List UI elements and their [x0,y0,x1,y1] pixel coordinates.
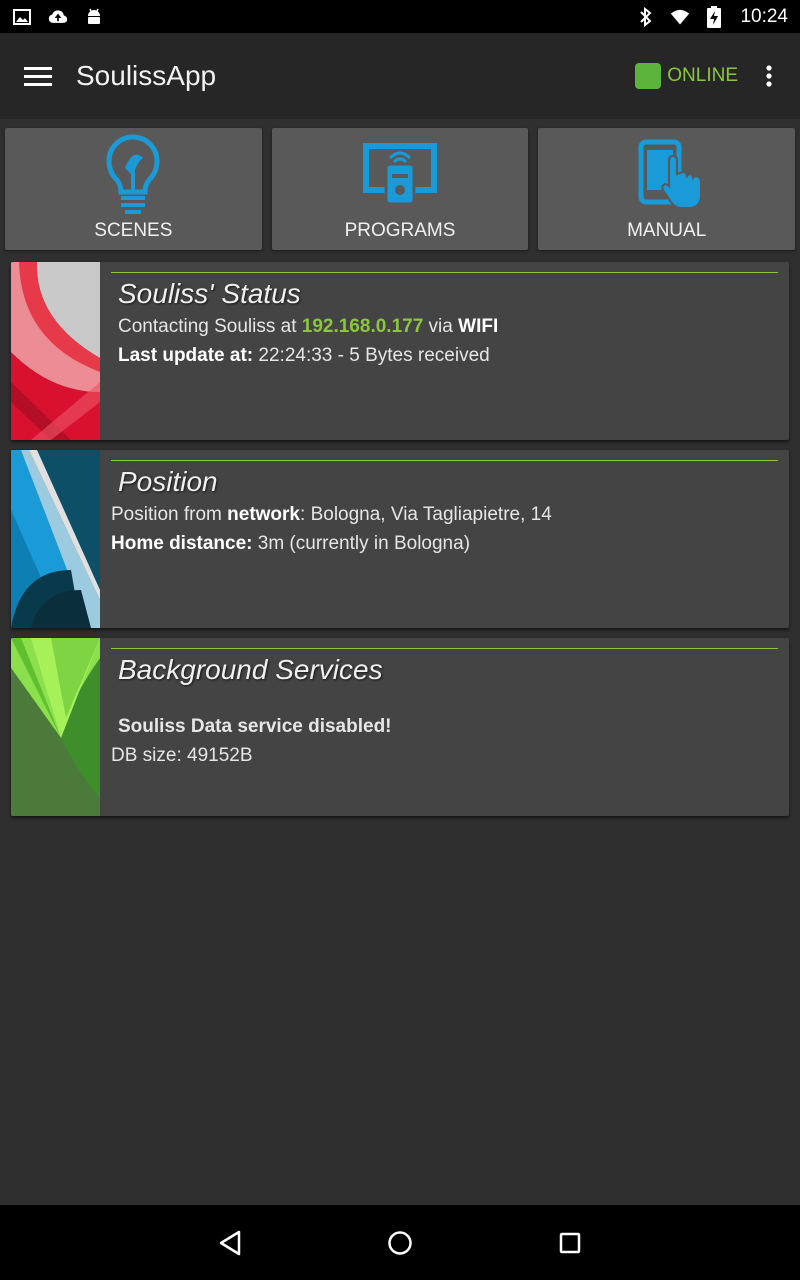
last-update-value: 22:24:33 - 5 Bytes received [253,345,490,366]
contacting-label: Contacting Souliss at [118,316,302,337]
red-material-art [11,262,100,440]
last-update-label: Last update at: [118,345,254,366]
position-value: : Bologna, Via Tagliapietre, 14 [300,504,552,525]
green-material-art [11,638,100,816]
online-indicator-icon [635,63,662,89]
service-status: Souliss Data service disabled! [118,716,392,737]
navigation-bar [0,1205,800,1280]
android-icon [84,7,104,27]
services-card-title: Background Services [118,654,383,685]
last-update-line: Last update at: 22:24:33 - 5 Bytes recei… [118,345,490,367]
back-button[interactable] [145,1205,315,1280]
home-distance-line: Home distance: 3m (currently in Bologna) [111,533,470,555]
home-button[interactable] [315,1205,485,1280]
position-prefix: Position from [111,504,228,525]
image-icon [12,7,32,27]
app-bar: SoulissApp ONLINE [0,33,800,119]
bluetooth-icon [636,6,656,27]
status-card[interactable]: Souliss' Status Contacting Souliss at 19… [11,262,789,440]
ip-address: 192.168.0.177 [301,316,424,337]
launcher-tiles: SCENES PROGRAMS MANUAL [5,128,796,250]
menu-button[interactable] [0,33,76,119]
status-bar: 10:24 [0,0,800,33]
home-circle-icon [388,1230,412,1255]
tile-label: SCENES [94,220,173,241]
programs-tile[interactable]: PROGRAMS [271,128,529,250]
connection-status-label: ONLINE [667,65,738,86]
battery-charging-icon [704,5,724,28]
tablet-touch-icon [638,139,702,209]
connection-status: ONLINE [635,63,738,89]
services-card[interactable]: Background Services Souliss Data service… [11,638,789,816]
tile-label: MANUAL [627,220,707,241]
card-divider [111,460,778,461]
db-size: DB size: 49152B [111,745,253,766]
via-label: via [423,316,459,337]
recents-button[interactable] [485,1205,655,1280]
status-card-title: Souliss' Status [118,278,301,309]
lightbulb-icon [106,134,160,214]
contacting-line: Contacting Souliss at 192.168.0.177 via … [118,316,498,338]
back-triangle-icon [219,1230,241,1255]
position-card[interactable]: Position Position from network: Bologna,… [11,450,789,628]
position-line: Position from network: Bologna, Via Tagl… [111,504,552,526]
app-title: SoulissApp [76,60,217,91]
manual-tile[interactable]: MANUAL [538,128,796,250]
position-source: network [227,504,301,525]
scenes-tile[interactable]: SCENES [5,128,262,250]
cloud-upload-icon [48,7,68,27]
wifi-icon [670,7,690,27]
overflow-menu-button[interactable] [748,46,790,106]
remote-screen-icon [363,143,437,206]
card-divider [111,648,778,649]
home-distance-label: Home distance: [111,533,253,554]
more-vert-icon [766,65,772,87]
status-bar-clock: 10:24 [740,5,788,27]
recents-square-icon [559,1232,581,1253]
home-distance-value: 3m (currently in Bologna) [252,533,471,554]
hamburger-menu-icon [24,67,52,86]
position-card-title: Position [118,466,218,497]
blue-material-art [11,450,100,628]
tile-label: PROGRAMS [344,220,456,241]
card-divider [111,272,778,273]
network-type: WIFI [458,316,499,337]
